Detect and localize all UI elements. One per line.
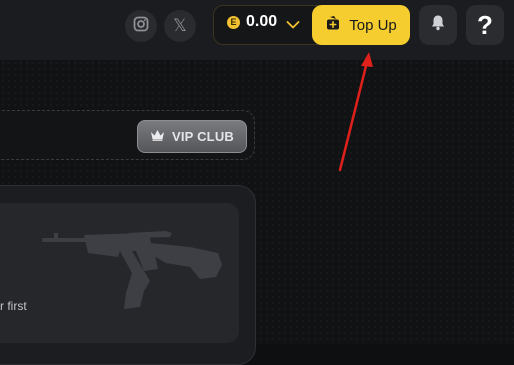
- annotation-arrow: [338, 52, 373, 172]
